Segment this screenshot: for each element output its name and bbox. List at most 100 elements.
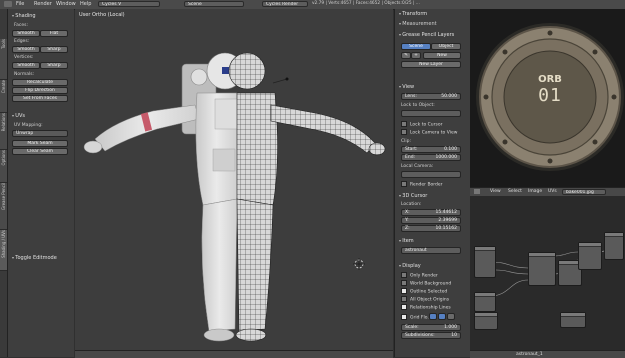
relationship-lines-checkbox[interactable]: Relationship Lines — [401, 304, 451, 311]
node-editor[interactable] — [470, 196, 625, 350]
lock-object-field[interactable] — [401, 110, 461, 117]
only-render-checkbox[interactable]: Only Render — [401, 272, 438, 279]
unwrap-dropdown[interactable]: Unwrap — [12, 130, 68, 137]
toggle-editmode-header[interactable]: Toggle Editmode — [12, 255, 57, 261]
edges-sharp-button[interactable]: Sharp — [40, 46, 68, 53]
grid-scale-label: Scale: — [405, 325, 419, 330]
tab-options[interactable]: Options — [0, 150, 7, 183]
uvs-header[interactable]: UVs — [12, 113, 25, 119]
tab-tools-label: Tools — [1, 39, 6, 49]
faces-smooth-button[interactable]: Smooth — [12, 30, 40, 37]
tab-relations-label: Relations — [1, 113, 6, 132]
astronaut-model[interactable] — [75, 9, 393, 350]
clear-seam-button[interactable]: Clear Seam — [12, 148, 68, 155]
axis-x-toggle[interactable] — [429, 313, 437, 320]
transform-header[interactable]: Transform — [399, 11, 427, 17]
cursor-y-field[interactable]: Y: 2.39699 — [401, 217, 461, 224]
grid-subdivisions-value: 10 — [451, 333, 457, 338]
view-header[interactable]: View — [399, 84, 414, 90]
image-menu-view[interactable]: View — [490, 189, 501, 194]
axis-z-toggle[interactable] — [447, 313, 455, 320]
world-background-checkbox[interactable]: World Background — [401, 280, 451, 287]
3d-viewport[interactable]: User Ortho (Local) — [75, 9, 393, 350]
layout-selector[interactable]: Cycles V — [98, 1, 160, 7]
scene-toggle-button[interactable]: Scene — [401, 43, 431, 50]
cursor-x-field[interactable]: X: 15.44612 — [401, 209, 461, 216]
image-menu-image[interactable]: Image — [528, 189, 542, 194]
clip-start-field[interactable]: Start: 0.100 — [401, 146, 461, 153]
image-editor[interactable]: ORB 01 — [470, 9, 625, 187]
shading-header[interactable]: Shading — [12, 13, 35, 19]
image-menu-select[interactable]: Select — [508, 189, 522, 194]
tab-create-label: Create — [1, 80, 6, 94]
tab-options-label: Options — [1, 150, 6, 166]
set-from-faces-button[interactable]: Set From Faces — [12, 95, 68, 102]
new-button[interactable]: New — [423, 52, 461, 59]
edges-smooth-button[interactable]: Smooth — [12, 46, 40, 53]
vertices-smooth-button[interactable]: Smooth — [12, 62, 40, 69]
recalculate-button[interactable]: Recalculate — [12, 79, 68, 86]
tab-tools[interactable]: Tools — [0, 39, 7, 80]
tab-create[interactable]: Create — [0, 80, 7, 113]
measurement-header[interactable]: Measurement — [399, 21, 436, 27]
node-item[interactable] — [474, 312, 498, 330]
tab-relations[interactable]: Relations — [0, 113, 7, 150]
grid-subdivisions-field[interactable]: Subdivisions: 10 — [401, 332, 461, 339]
item-name-field[interactable]: astronaut — [401, 247, 461, 254]
image-selector[interactable]: bake001.jpg — [562, 189, 606, 195]
node-item[interactable] — [560, 312, 586, 328]
item-header[interactable]: Item — [399, 238, 413, 244]
tab-shading-uvs[interactable]: Shading / UVs — [0, 230, 7, 271]
faces-flat-button[interactable]: Flat — [40, 30, 68, 37]
tab-shading-uvs-label: Shading / UVs — [1, 230, 6, 258]
axis-y-toggle[interactable] — [438, 313, 446, 320]
faces-label: Faces: — [14, 23, 29, 28]
menu-file[interactable]: File — [16, 1, 24, 7]
plus-icon[interactable]: + — [411, 52, 421, 59]
tools-panel: Shading Faces: Smooth Flat Edges: Smooth… — [8, 9, 74, 357]
edges-label: Edges: — [14, 39, 30, 44]
lock-camera-to-view-checkbox[interactable]: Lock Camera to View — [401, 129, 457, 136]
cursor-x-label: X: — [405, 210, 410, 215]
properties-sidebar: Transform Measurement Grease Pencil Laye… — [394, 9, 470, 357]
flip-direction-button[interactable]: Flip Direction — [12, 87, 68, 94]
lens-field[interactable]: Lens: 50.000 — [401, 93, 461, 100]
tab-grease-pencil[interactable]: Grease Pencil — [0, 183, 7, 230]
cursor-z-field[interactable]: Z: 10.15162 — [401, 225, 461, 232]
local-camera-field[interactable] — [401, 171, 461, 178]
all-object-origins-checkbox[interactable]: All Object Origins — [401, 296, 449, 303]
grid-subdivisions-label: Subdivisions: — [405, 333, 435, 338]
editor-type-icon[interactable] — [474, 189, 480, 194]
menu-help[interactable]: Help — [80, 1, 91, 7]
pencil-icon[interactable]: ✎ — [401, 52, 411, 59]
render-engine-selector[interactable]: Cycles Render — [262, 1, 308, 7]
location-label: Location: — [401, 202, 422, 207]
grease-pencil-header[interactable]: Grease Pencil Layers — [399, 32, 454, 38]
menu-render[interactable]: Render — [34, 1, 52, 7]
grid-floor-checkbox[interactable]: Grid Flo... — [401, 314, 432, 321]
node-item[interactable] — [474, 246, 496, 278]
blender-logo-icon[interactable] — [4, 1, 12, 7]
lock-to-cursor-checkbox[interactable]: Lock to Cursor — [401, 121, 442, 128]
node-item[interactable] — [578, 242, 602, 270]
new-layer-button[interactable]: New Layer — [401, 61, 461, 68]
3d-cursor-header[interactable]: 3D Cursor — [399, 193, 427, 199]
scene-selector[interactable]: Scene — [184, 1, 244, 7]
display-header[interactable]: Display — [399, 263, 420, 269]
cursor-x-value: 15.44612 — [435, 210, 457, 215]
node-item[interactable] — [528, 252, 556, 286]
node-item[interactable] — [604, 232, 624, 260]
node-item[interactable] — [474, 292, 496, 312]
render-border-checkbox[interactable]: Render Border — [401, 181, 443, 188]
object-toggle-button[interactable]: Object — [431, 43, 461, 50]
grid-scale-field[interactable]: Scale: 1.000 — [401, 324, 461, 331]
menu-window[interactable]: Window — [56, 1, 76, 7]
image-menu-uvs[interactable]: UVs — [548, 189, 557, 194]
vertices-sharp-button[interactable]: Sharp — [40, 62, 68, 69]
cursor-y-value: 2.39699 — [438, 218, 457, 223]
mark-seam-button[interactable]: Mark Seam — [12, 140, 68, 147]
uv-mapping-label: UV Mapping: — [14, 123, 43, 128]
clip-end-field[interactable]: End: 1000.000 — [401, 154, 461, 161]
clip-start-label: Start: — [405, 147, 418, 152]
outline-selected-checkbox[interactable]: Outline Selected — [401, 288, 447, 295]
